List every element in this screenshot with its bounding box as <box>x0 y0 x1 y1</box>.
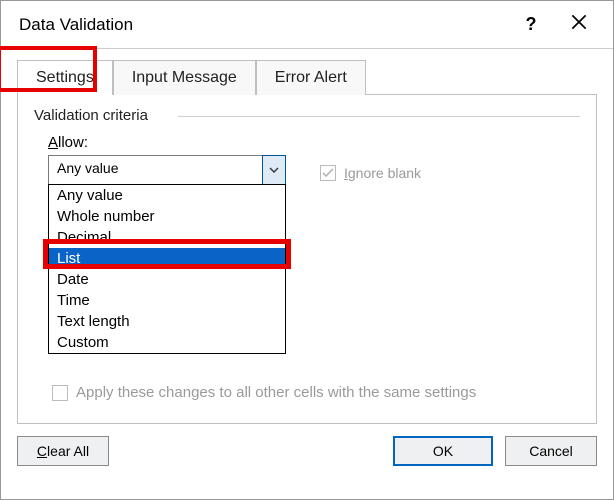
ignore-blank-label: Ignore blank <box>344 165 421 181</box>
close-button[interactable] <box>553 14 605 35</box>
option-list[interactable]: List <box>49 248 285 269</box>
data-validation-dialog: Data Validation ? Settings Input Message… <box>0 0 614 500</box>
ignore-blank-row: Ignore blank <box>320 165 421 181</box>
titlebar: Data Validation ? <box>1 1 613 49</box>
dialog-title: Data Validation <box>19 15 509 35</box>
option-any-value[interactable]: Any value <box>49 185 285 206</box>
apply-all-row: Apply these changes to all other cells w… <box>52 384 476 401</box>
option-whole-number[interactable]: Whole number <box>49 206 285 227</box>
allow-label: Allow: <box>48 134 580 151</box>
allow-select[interactable]: Any value <box>48 155 286 185</box>
apply-all-label: Apply these changes to all other cells w… <box>76 384 476 401</box>
close-icon <box>571 14 587 30</box>
clear-all-button[interactable]: Clear All <box>17 436 109 466</box>
option-date[interactable]: Date <box>49 269 285 290</box>
tab-bar: Settings Input Message Error Alert <box>17 59 597 94</box>
settings-panel: Validation criteria Allow: Any value Any… <box>17 94 597 424</box>
option-custom[interactable]: Custom <box>49 332 285 353</box>
option-decimal[interactable]: Decimal <box>49 227 285 248</box>
chevron-down-icon[interactable] <box>262 155 286 185</box>
tab-input-message[interactable]: Input Message <box>113 60 256 95</box>
help-button[interactable]: ? <box>509 14 553 35</box>
check-icon <box>322 168 334 178</box>
tab-settings[interactable]: Settings <box>17 60 113 95</box>
ignore-blank-checkbox <box>320 165 336 181</box>
option-text-length[interactable]: Text length <box>49 311 285 332</box>
option-time[interactable]: Time <box>49 290 285 311</box>
divider <box>178 116 580 117</box>
button-bar: Clear All OK Cancel <box>1 424 613 480</box>
allow-dropdown[interactable]: Any value Whole number Decimal List Date… <box>48 184 286 354</box>
apply-all-checkbox <box>52 385 68 401</box>
allow-select-value: Any value <box>49 156 262 184</box>
cancel-button[interactable]: Cancel <box>505 436 597 466</box>
tab-error-alert[interactable]: Error Alert <box>256 60 366 95</box>
ok-button[interactable]: OK <box>393 436 493 466</box>
